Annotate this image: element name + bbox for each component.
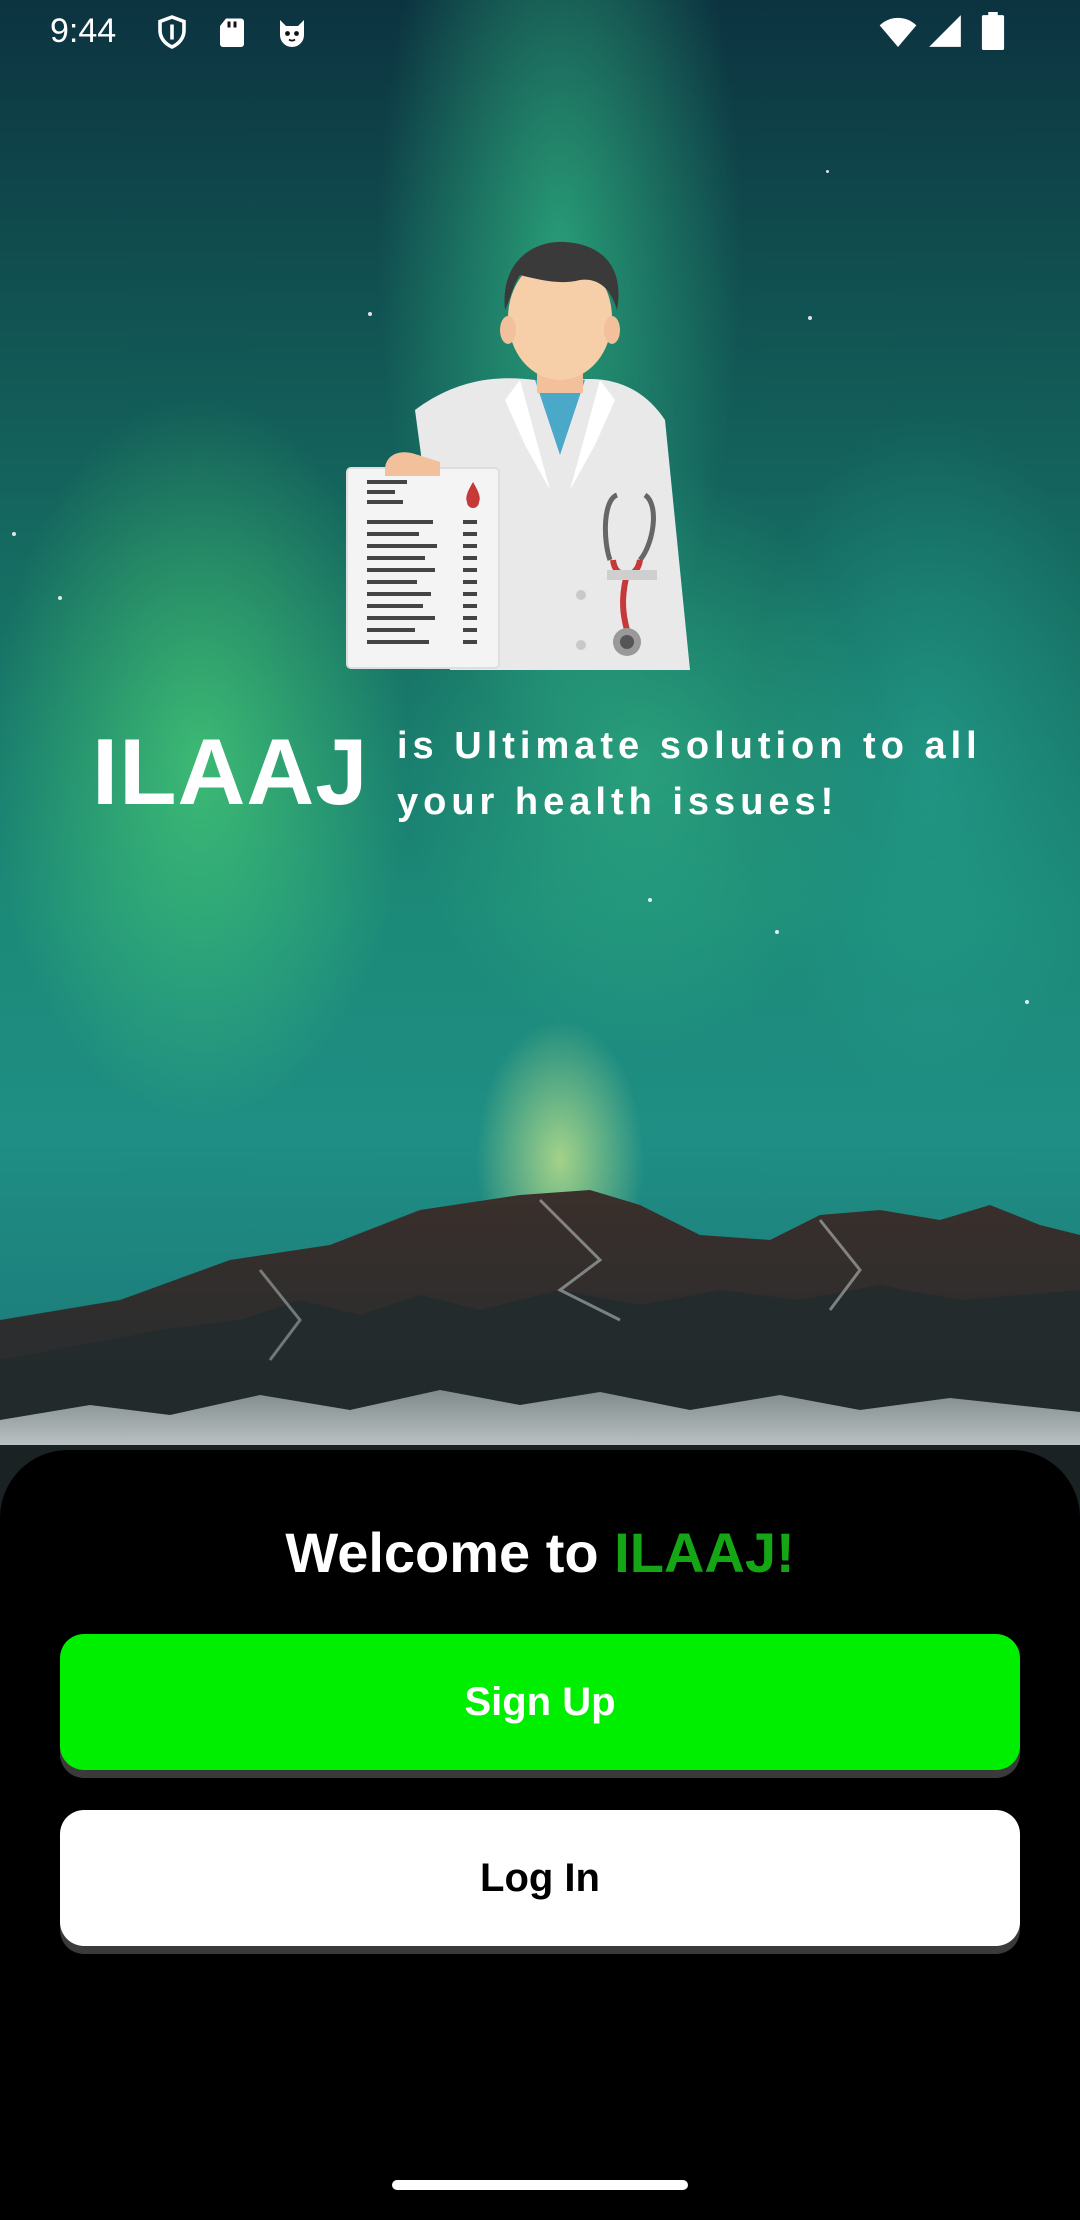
status-bar: 9:44 (0, 0, 1080, 66)
brand-title: ILAAJ (92, 719, 369, 824)
cat-face-icon (280, 20, 304, 47)
sd-card-icon (220, 18, 244, 47)
status-time: 9:44 (50, 12, 117, 50)
wifi-icon (879, 17, 917, 47)
home-indicator[interactable] (392, 2180, 688, 2190)
welcome-screen: 9:44 ILAAJ is Ultimate solution to all y… (0, 0, 1080, 2220)
sign-up-button[interactable]: Sign Up (60, 1634, 1020, 1770)
tagline-line-2: your health issues! (397, 781, 839, 823)
shield-icon (158, 15, 186, 49)
battery-icon (981, 12, 1005, 50)
tagline-line-1: is Ultimate solution to all (397, 725, 982, 767)
brand-tagline: is Ultimate solution to all your health … (397, 718, 1017, 830)
log-in-button[interactable]: Log In (60, 1810, 1020, 1946)
welcome-heading: Welcome to ILAAJ! (0, 1520, 1080, 1585)
welcome-brand: ILAAJ! (614, 1521, 795, 1584)
welcome-bottom-sheet: Welcome to ILAAJ! Sign Up Log In (0, 1450, 1080, 2220)
doctor-with-report-icon (346, 241, 690, 670)
cell-signal-icon (929, 15, 961, 47)
welcome-prefix: Welcome to (285, 1521, 615, 1584)
